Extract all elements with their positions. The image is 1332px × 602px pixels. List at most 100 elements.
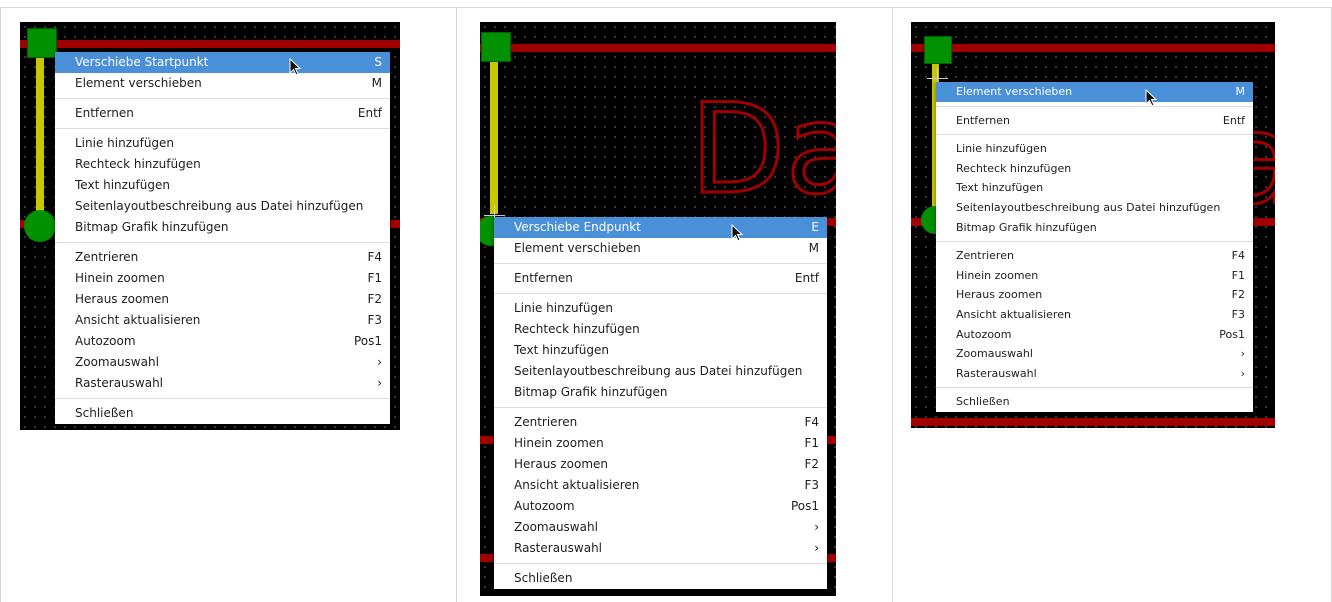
menu-item[interactable]: Entfernen Entf <box>55 103 390 124</box>
menu-item[interactable]: Linie hinzufügen <box>494 298 827 319</box>
menu-item-label: Rasterauswahl <box>514 541 603 555</box>
menu-item-label: Ansicht aktualisieren <box>514 478 640 492</box>
table-top-border <box>0 7 1332 8</box>
menu-item-label: Autozoom <box>514 499 575 513</box>
menu-item[interactable]: Zoomauswahl › <box>494 517 827 538</box>
context-menu-3[interactable]: Element verschieben M Entfernen Entf Linie h… <box>936 82 1253 412</box>
menu-item-label: Zentrieren <box>956 249 1014 263</box>
menu-item[interactable]: Autozoom Pos1 <box>494 496 827 517</box>
context-menu-1[interactable]: Verschiebe Startpunkt S Element verschiebe… <box>55 52 390 424</box>
menu-item-shortcut: Pos1 <box>1219 327 1245 341</box>
menu-item-shortcut: Entf <box>794 271 819 285</box>
menu-item-label: Linie hinzufügen <box>956 142 1047 156</box>
canvas-text: Da <box>688 78 836 222</box>
menu-item[interactable]: Rasterauswahl › <box>936 364 1253 384</box>
menu-separator <box>55 242 390 243</box>
menu-item[interactable]: Ansicht aktualisieren F3 <box>494 475 827 496</box>
menu-item[interactable]: Hinein zoomen F1 <box>55 268 390 289</box>
yellow-line <box>36 52 44 224</box>
menu-item-shortcut: F2 <box>804 457 819 471</box>
submenu-arrow-icon: › <box>1240 366 1245 380</box>
menu-item-label: Hinein zoomen <box>956 268 1039 282</box>
menu-item-label: Zentrieren <box>514 415 578 429</box>
menu-item-label: Rechteck hinzufügen <box>75 157 201 171</box>
menu-separator <box>936 105 1253 107</box>
context-menu-2[interactable]: Verschiebe Endpunkt E Element verschieben M… <box>494 217 827 589</box>
menu-item[interactable]: Rechteck hinzufügen <box>494 319 827 340</box>
menu-separator <box>55 98 390 99</box>
menu-item[interactable]: Schließen <box>936 392 1253 412</box>
menu-item[interactable]: Rasterauswahl › <box>55 373 390 394</box>
menu-item-shortcut: F3 <box>1231 307 1245 321</box>
menu-item[interactable]: Seitenlayoutbeschreibung aus Datei hinzu… <box>55 196 390 217</box>
menu-item-shortcut: Entf <box>357 106 382 120</box>
menu-item[interactable]: Verschiebe Startpunkt S <box>55 52 390 73</box>
end-point-handle[interactable] <box>24 210 56 242</box>
start-point-handle[interactable] <box>27 28 57 58</box>
menu-item-label: Rasterauswahl <box>956 366 1037 380</box>
menu-item[interactable]: Heraus zoomen F2 <box>936 285 1253 305</box>
menu-item[interactable]: Element verschieben M <box>494 238 827 259</box>
menu-item-label: Schließen <box>75 406 134 420</box>
menu-item-label: Text hinzufügen <box>514 343 609 357</box>
menu-item-label: Seitenlayoutbeschreibung aus Datei hinzu… <box>75 199 364 213</box>
menu-item-shortcut <box>1225 159 1245 179</box>
menu-item-shortcut <box>799 568 819 589</box>
menu-item-label: Seitenlayoutbeschreibung aus Datei hinzu… <box>514 364 803 378</box>
menu-separator <box>936 241 1253 243</box>
menu-item[interactable]: Bitmap Grafik hinzufügen <box>936 218 1253 238</box>
menu-item[interactable]: Bitmap Grafik hinzufügen <box>494 382 827 403</box>
menu-item[interactable]: Schließen <box>55 403 390 424</box>
menu-item[interactable]: Text hinzufügen <box>494 340 827 361</box>
menu-item[interactable]: Entfernen Entf <box>494 268 827 289</box>
menu-item[interactable]: Zoomauswahl › <box>936 344 1253 364</box>
menu-item-label: Text hinzufügen <box>956 181 1044 195</box>
menu-item[interactable]: Heraus zoomen F2 <box>494 454 827 475</box>
menu-item[interactable]: Verschiebe Endpunkt E <box>494 217 827 238</box>
menu-item[interactable]: Text hinzufügen <box>55 175 390 196</box>
menu-item[interactable]: Zentrieren F4 <box>936 246 1253 266</box>
menu-item[interactable]: Hinein zoomen F1 <box>494 433 827 454</box>
table-divider-2 <box>892 8 893 602</box>
menu-item-shortcut <box>362 133 382 154</box>
menu-item[interactable]: Element verschieben M <box>936 82 1253 102</box>
menu-item[interactable]: Zentrieren F4 <box>494 412 827 433</box>
menu-item-shortcut: Pos1 <box>353 334 382 348</box>
menu-item-shortcut: S <box>374 55 382 69</box>
menu-item[interactable]: Entfernen Entf <box>936 111 1253 131</box>
menu-item-shortcut <box>799 319 819 340</box>
menu-item[interactable]: Seitenlayoutbeschreibung aus Datei hinzu… <box>494 361 827 382</box>
menu-item-shortcut: F1 <box>804 436 819 450</box>
menu-item[interactable]: Zoomauswahl › <box>55 352 390 373</box>
menu-item[interactable]: Autozoom Pos1 <box>936 325 1253 345</box>
menu-item[interactable]: Autozoom Pos1 <box>55 331 390 352</box>
menu-item[interactable]: Seitenlayoutbeschreibung aus Datei hinzu… <box>936 198 1253 218</box>
menu-item-shortcut <box>802 361 822 382</box>
menu-item[interactable]: Rasterauswahl › <box>494 538 827 559</box>
menu-item[interactable]: Text hinzufügen <box>936 178 1253 198</box>
menu-item[interactable]: Schließen <box>494 568 827 589</box>
menu-item-label: Zoomauswahl <box>956 347 1033 361</box>
menu-item[interactable]: Ansicht aktualisieren F3 <box>936 305 1253 325</box>
menu-item[interactable]: Linie hinzufügen <box>936 139 1253 159</box>
menu-item-shortcut: F2 <box>367 292 382 306</box>
menu-item[interactable]: Rechteck hinzufügen <box>936 159 1253 179</box>
menu-item[interactable]: Rechteck hinzufügen <box>55 154 390 175</box>
menu-item[interactable]: Hinein zoomen F1 <box>936 266 1253 286</box>
menu-item-label: Rechteck hinzufügen <box>956 161 1072 175</box>
start-point-handle[interactable] <box>481 32 511 62</box>
menu-item[interactable]: Bitmap Grafik hinzufügen <box>55 217 390 238</box>
start-point-handle[interactable] <box>924 36 952 64</box>
menu-item-shortcut <box>1225 218 1245 238</box>
menu-item-label: Bitmap Grafik hinzufügen <box>514 385 668 399</box>
menu-item-label: Rechteck hinzufügen <box>514 322 640 336</box>
menu-item-shortcut: F3 <box>367 313 382 327</box>
menu-item-label: Hinein zoomen <box>514 436 604 450</box>
menu-item[interactable]: Ansicht aktualisieren F3 <box>55 310 390 331</box>
menu-item-label: Autozoom <box>956 327 1012 341</box>
menu-item[interactable]: Linie hinzufügen <box>55 133 390 154</box>
menu-item[interactable]: Heraus zoomen F2 <box>55 289 390 310</box>
menu-item[interactable]: Zentrieren F4 <box>55 247 390 268</box>
menu-item-label: Heraus zoomen <box>75 292 170 306</box>
menu-item[interactable]: Element verschieben M <box>55 73 390 94</box>
